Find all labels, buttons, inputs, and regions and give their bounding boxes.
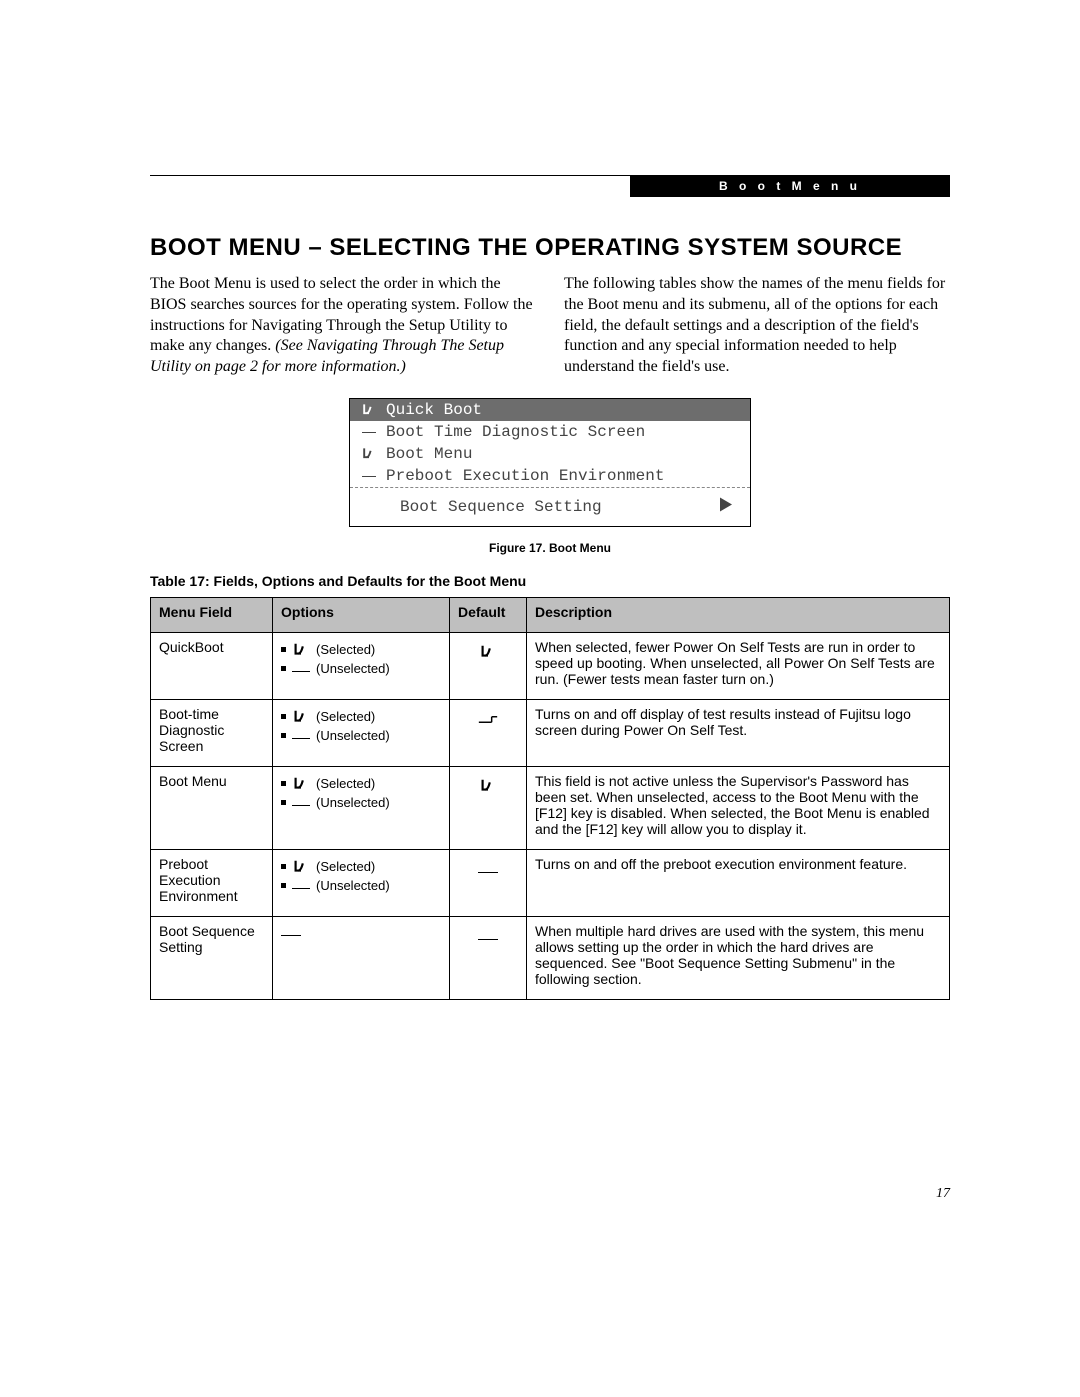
dash-icon [478, 939, 498, 940]
bios-item-label: Boot Menu [380, 445, 740, 463]
bios-figure: Quick Boot Boot Time Diagnostic Screen Boo… [349, 398, 751, 527]
bullet-icon [281, 781, 286, 786]
option-unselected: (Unselected) [281, 728, 441, 744]
cell-field: Preboot Execution Environment [151, 849, 273, 916]
cell-default [450, 916, 527, 999]
bullet-icon [281, 714, 286, 719]
check-icon [292, 708, 310, 726]
check-icon [292, 775, 310, 793]
blank-icon [292, 728, 310, 744]
option-selected: (Selected) [281, 708, 441, 726]
th-description: Description [527, 597, 950, 632]
cell-options: (Selected) (Unselected) [273, 632, 450, 699]
bios-item: Boot Menu [350, 443, 750, 465]
blank-icon [292, 878, 310, 894]
bullet-icon [281, 883, 286, 888]
option-label: (Selected) [316, 859, 375, 874]
blank-icon [292, 795, 310, 811]
th-default: Default [450, 597, 527, 632]
table-row: QuickBoot (Selected) (Unselected) When sele… [151, 632, 950, 699]
option-unselected: (Unselected) [281, 878, 441, 894]
top-divider: B o o t M e n u [150, 175, 950, 194]
option-label: (Selected) [316, 642, 375, 657]
bullet-icon [281, 666, 286, 671]
cell-description: Turns on and off the preboot execution e… [527, 849, 950, 916]
option-label: (Unselected) [316, 795, 390, 810]
table-row: Boot-time Diagnostic Screen (Selected) (Un… [151, 699, 950, 766]
figure-caption: Figure 17. Boot Menu [150, 541, 950, 555]
table-row: Boot Sequence Setting When multiple hard … [151, 916, 950, 999]
option-unselected: (Unselected) [281, 661, 441, 677]
bios-sub-label: Boot Sequence Setting [400, 498, 602, 516]
option-unselected: (Unselected) [281, 795, 441, 811]
bullet-icon [281, 800, 286, 805]
page-number: 17 [936, 1186, 950, 1202]
cell-description: When selected, fewer Power On Self Tests… [527, 632, 950, 699]
spec-table: Menu Field Options Default Description Q… [150, 597, 950, 1000]
cell-options: (Selected) (Unselected) [273, 699, 450, 766]
check-icon [358, 401, 380, 419]
check-icon [479, 643, 497, 659]
table-row: Preboot Execution Environment(Selected)(… [151, 849, 950, 916]
blank-icon [292, 661, 310, 677]
bios-item-label: Boot Time Diagnostic Screen [380, 423, 740, 441]
option-label: (Unselected) [316, 728, 390, 743]
th-options: Options [273, 597, 450, 632]
bios-item: Quick Boot [350, 399, 750, 421]
option-label: (Selected) [316, 776, 375, 791]
cell-field: QuickBoot [151, 632, 273, 699]
check-icon [292, 641, 310, 659]
blank-icon [362, 430, 376, 433]
option-selected: (Selected) [281, 775, 441, 793]
intro-columns: The Boot Menu is used to select the orde… [150, 274, 950, 378]
bullet-icon [281, 647, 286, 652]
bios-item-label: Quick Boot [380, 401, 740, 419]
dash-icon [478, 872, 498, 873]
unselected-icon [477, 710, 499, 726]
cell-default [450, 849, 527, 916]
cell-default [450, 766, 527, 849]
blank-icon [362, 474, 376, 477]
table-row: Boot Menu (Selected) (Unselected) This fiel… [151, 766, 950, 849]
cell-options: (Selected) (Unselected) [273, 766, 450, 849]
cell-options [273, 916, 450, 999]
bullet-icon [281, 733, 286, 738]
option-label: (Selected) [316, 709, 375, 724]
cell-field: Boot-time Diagnostic Screen [151, 699, 273, 766]
section-tab: B o o t M e n u [630, 175, 950, 197]
option-selected: (Selected) [281, 858, 441, 876]
cell-description: When multiple hard drives are used with … [527, 916, 950, 999]
cell-field: Boot Menu [151, 766, 273, 849]
dash-icon [281, 935, 301, 936]
th-field: Menu Field [151, 597, 273, 632]
cell-field: Boot Sequence Setting [151, 916, 273, 999]
option-selected: (Selected) [281, 641, 441, 659]
cell-options: (Selected) (Unselected) [273, 849, 450, 916]
bios-item: Boot Time Diagnostic Screen [350, 421, 750, 443]
option-label: (Unselected) [316, 878, 390, 893]
cell-description: Turns on and off display of test results… [527, 699, 950, 766]
option-label: (Unselected) [316, 661, 390, 676]
cell-default [450, 632, 527, 699]
intro-right: The following tables show the names of t… [564, 274, 950, 378]
bios-item-label: Preboot Execution Environment [380, 467, 740, 485]
check-icon [479, 777, 497, 793]
check-icon [358, 445, 380, 463]
triangle-right-icon [720, 497, 732, 516]
cell-description: This field is not active unless the Supe… [527, 766, 950, 849]
table-caption: Table 17: Fields, Options and Defaults f… [150, 573, 950, 589]
cell-default [450, 699, 527, 766]
bullet-icon [281, 864, 286, 869]
check-icon [292, 858, 310, 876]
bios-item: Preboot Execution Environment [350, 465, 750, 487]
page-title: BOOT MENU – SELECTING THE OPERATING SYST… [150, 234, 950, 262]
